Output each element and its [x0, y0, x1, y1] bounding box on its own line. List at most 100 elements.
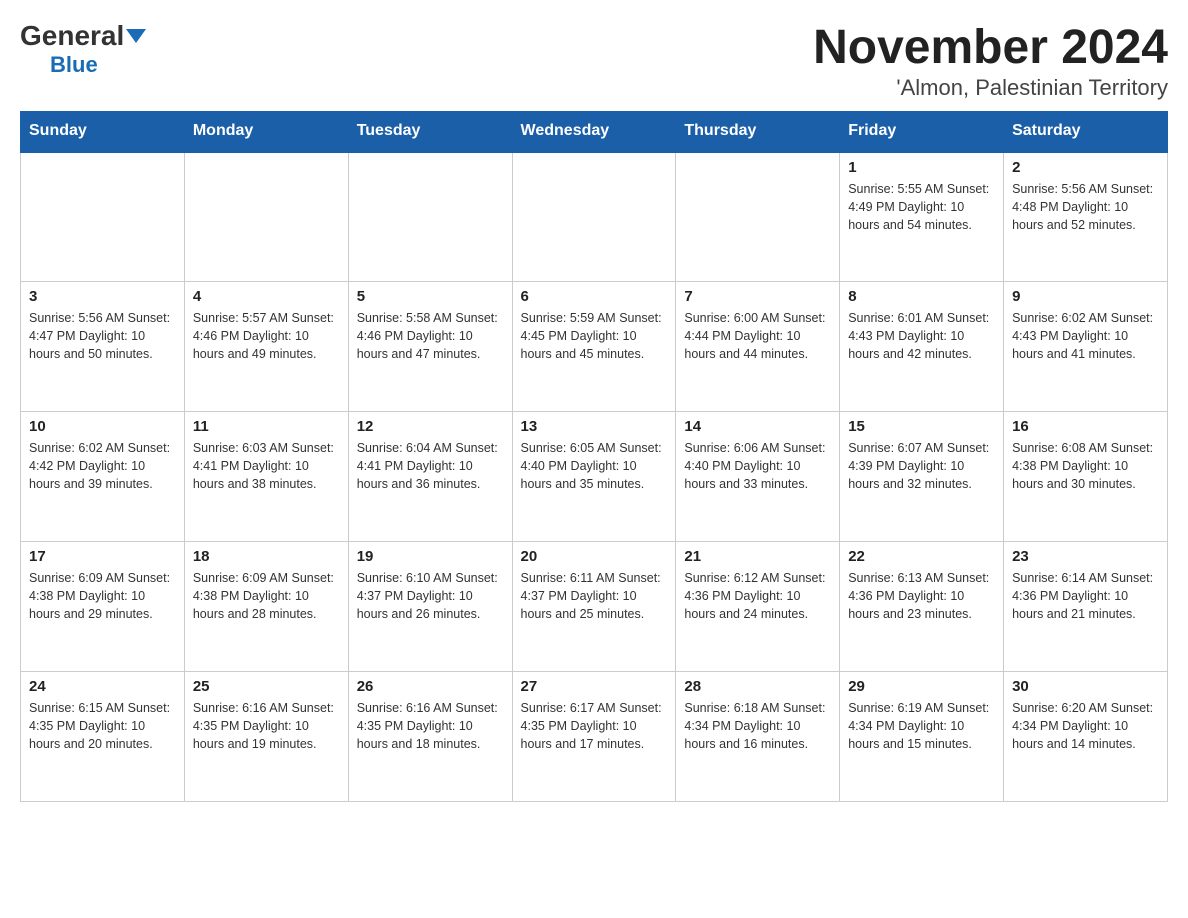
calendar-week-row: 17 Sunrise: 6:09 AM Sunset: 4:38 PM Dayli…	[21, 542, 1168, 672]
calendar-week-row: 1 Sunrise: 5:55 AM Sunset: 4:49 PM Daylig…	[21, 152, 1168, 282]
day-number: 12	[357, 418, 504, 435]
calendar-cell: 9 Sunrise: 6:02 AM Sunset: 4:43 PM Daylig…	[1004, 282, 1168, 412]
day-info: Sunrise: 6:01 AM Sunset: 4:43 PM Dayligh…	[848, 309, 995, 363]
calendar-table: SundayMondayTuesdayWednesdayThursdayFrid…	[20, 111, 1168, 802]
day-number: 11	[193, 418, 340, 435]
day-number: 19	[357, 548, 504, 565]
day-number: 25	[193, 678, 340, 695]
calendar-cell: 10 Sunrise: 6:02 AM Sunset: 4:42 PM Dayli…	[21, 412, 185, 542]
calendar-cell: 22 Sunrise: 6:13 AM Sunset: 4:36 PM Dayli…	[840, 542, 1004, 672]
calendar-cell	[348, 152, 512, 282]
day-info: Sunrise: 6:10 AM Sunset: 4:37 PM Dayligh…	[357, 569, 504, 623]
calendar-cell: 6 Sunrise: 5:59 AM Sunset: 4:45 PM Daylig…	[512, 282, 676, 412]
day-info: Sunrise: 6:08 AM Sunset: 4:38 PM Dayligh…	[1012, 439, 1159, 493]
day-header-monday: Monday	[184, 112, 348, 152]
day-info: Sunrise: 5:55 AM Sunset: 4:49 PM Dayligh…	[848, 180, 995, 234]
day-number: 27	[521, 678, 668, 695]
day-info: Sunrise: 6:19 AM Sunset: 4:34 PM Dayligh…	[848, 699, 995, 753]
day-info: Sunrise: 6:09 AM Sunset: 4:38 PM Dayligh…	[29, 569, 176, 623]
day-info: Sunrise: 5:59 AM Sunset: 4:45 PM Dayligh…	[521, 309, 668, 363]
calendar-cell	[184, 152, 348, 282]
calendar-cell: 27 Sunrise: 6:17 AM Sunset: 4:35 PM Dayli…	[512, 672, 676, 802]
calendar-cell: 25 Sunrise: 6:16 AM Sunset: 4:35 PM Dayli…	[184, 672, 348, 802]
calendar-cell: 2 Sunrise: 5:56 AM Sunset: 4:48 PM Daylig…	[1004, 152, 1168, 282]
calendar-header-row: SundayMondayTuesdayWednesdayThursdayFrid…	[21, 112, 1168, 152]
day-number: 24	[29, 678, 176, 695]
day-info: Sunrise: 6:07 AM Sunset: 4:39 PM Dayligh…	[848, 439, 995, 493]
calendar-cell: 21Sunrise: 6:12 AM Sunset: 4:36 PM Dayli…	[676, 542, 840, 672]
calendar-week-row: 10 Sunrise: 6:02 AM Sunset: 4:42 PM Dayli…	[21, 412, 1168, 542]
calendar-cell: 30 Sunrise: 6:20 AM Sunset: 4:34 PM Dayli…	[1004, 672, 1168, 802]
day-header-saturday: Saturday	[1004, 112, 1168, 152]
day-number: 15	[848, 418, 995, 435]
calendar-cell: 24Sunrise: 6:15 AM Sunset: 4:35 PM Dayli…	[21, 672, 185, 802]
day-info: Sunrise: 5:56 AM Sunset: 4:48 PM Dayligh…	[1012, 180, 1159, 234]
day-header-wednesday: Wednesday	[512, 112, 676, 152]
day-number: 3	[29, 288, 176, 305]
calendar-cell	[21, 152, 185, 282]
day-info: Sunrise: 6:11 AM Sunset: 4:37 PM Dayligh…	[521, 569, 668, 623]
day-info: Sunrise: 6:17 AM Sunset: 4:35 PM Dayligh…	[521, 699, 668, 753]
day-number: 1	[848, 159, 995, 176]
day-number: 4	[193, 288, 340, 305]
day-info: Sunrise: 6:03 AM Sunset: 4:41 PM Dayligh…	[193, 439, 340, 493]
title-section: November 2024 'Almon, Palestinian Territ…	[813, 20, 1168, 101]
day-number: 17	[29, 548, 176, 565]
calendar-cell	[512, 152, 676, 282]
calendar-cell: 26 Sunrise: 6:16 AM Sunset: 4:35 PM Dayli…	[348, 672, 512, 802]
calendar-cell: 23Sunrise: 6:14 AM Sunset: 4:36 PM Dayli…	[1004, 542, 1168, 672]
page-header: General Blue November 2024 'Almon, Pales…	[20, 20, 1168, 101]
day-info: Sunrise: 5:57 AM Sunset: 4:46 PM Dayligh…	[193, 309, 340, 363]
logo-blue-text: Blue	[50, 52, 98, 78]
day-info: Sunrise: 6:06 AM Sunset: 4:40 PM Dayligh…	[684, 439, 831, 493]
logo-triangle-icon	[126, 29, 146, 43]
day-info: Sunrise: 6:05 AM Sunset: 4:40 PM Dayligh…	[521, 439, 668, 493]
day-number: 26	[357, 678, 504, 695]
day-number: 5	[357, 288, 504, 305]
calendar-cell: 12 Sunrise: 6:04 AM Sunset: 4:41 PM Dayli…	[348, 412, 512, 542]
day-number: 29	[848, 678, 995, 695]
day-number: 7	[684, 288, 831, 305]
day-info: Sunrise: 6:18 AM Sunset: 4:34 PM Dayligh…	[684, 699, 831, 753]
day-number: 10	[29, 418, 176, 435]
calendar-cell: 7Sunrise: 6:00 AM Sunset: 4:44 PM Daylig…	[676, 282, 840, 412]
day-number: 13	[521, 418, 668, 435]
calendar-cell: 18 Sunrise: 6:09 AM Sunset: 4:38 PM Dayli…	[184, 542, 348, 672]
day-header-friday: Friday	[840, 112, 1004, 152]
calendar-cell: 28 Sunrise: 6:18 AM Sunset: 4:34 PM Dayli…	[676, 672, 840, 802]
day-number: 8	[848, 288, 995, 305]
day-info: Sunrise: 6:20 AM Sunset: 4:34 PM Dayligh…	[1012, 699, 1159, 753]
day-info: Sunrise: 6:16 AM Sunset: 4:35 PM Dayligh…	[357, 699, 504, 753]
calendar-cell: 29 Sunrise: 6:19 AM Sunset: 4:34 PM Dayli…	[840, 672, 1004, 802]
calendar-cell: 15 Sunrise: 6:07 AM Sunset: 4:39 PM Dayli…	[840, 412, 1004, 542]
day-header-thursday: Thursday	[676, 112, 840, 152]
day-info: Sunrise: 6:02 AM Sunset: 4:42 PM Dayligh…	[29, 439, 176, 493]
day-info: Sunrise: 6:02 AM Sunset: 4:43 PM Dayligh…	[1012, 309, 1159, 363]
day-number: 6	[521, 288, 668, 305]
calendar-cell: 20Sunrise: 6:11 AM Sunset: 4:37 PM Dayli…	[512, 542, 676, 672]
day-info: Sunrise: 6:16 AM Sunset: 4:35 PM Dayligh…	[193, 699, 340, 753]
day-number: 30	[1012, 678, 1159, 695]
day-info: Sunrise: 5:56 AM Sunset: 4:47 PM Dayligh…	[29, 309, 176, 363]
calendar-cell	[676, 152, 840, 282]
calendar-subtitle: 'Almon, Palestinian Territory	[813, 75, 1168, 101]
day-info: Sunrise: 6:04 AM Sunset: 4:41 PM Dayligh…	[357, 439, 504, 493]
day-number: 9	[1012, 288, 1159, 305]
day-info: Sunrise: 6:12 AM Sunset: 4:36 PM Dayligh…	[684, 569, 831, 623]
day-info: Sunrise: 5:58 AM Sunset: 4:46 PM Dayligh…	[357, 309, 504, 363]
day-number: 16	[1012, 418, 1159, 435]
day-number: 22	[848, 548, 995, 565]
day-info: Sunrise: 6:13 AM Sunset: 4:36 PM Dayligh…	[848, 569, 995, 623]
day-number: 14	[684, 418, 831, 435]
calendar-cell: 11 Sunrise: 6:03 AM Sunset: 4:41 PM Dayli…	[184, 412, 348, 542]
day-number: 18	[193, 548, 340, 565]
day-info: Sunrise: 6:14 AM Sunset: 4:36 PM Dayligh…	[1012, 569, 1159, 623]
day-info: Sunrise: 6:09 AM Sunset: 4:38 PM Dayligh…	[193, 569, 340, 623]
calendar-cell: 8 Sunrise: 6:01 AM Sunset: 4:43 PM Daylig…	[840, 282, 1004, 412]
calendar-week-row: 3 Sunrise: 5:56 AM Sunset: 4:47 PM Daylig…	[21, 282, 1168, 412]
day-number: 28	[684, 678, 831, 695]
day-number: 2	[1012, 159, 1159, 176]
calendar-cell: 17 Sunrise: 6:09 AM Sunset: 4:38 PM Dayli…	[21, 542, 185, 672]
calendar-cell: 4 Sunrise: 5:57 AM Sunset: 4:46 PM Daylig…	[184, 282, 348, 412]
logo-general-text: General	[20, 20, 146, 52]
